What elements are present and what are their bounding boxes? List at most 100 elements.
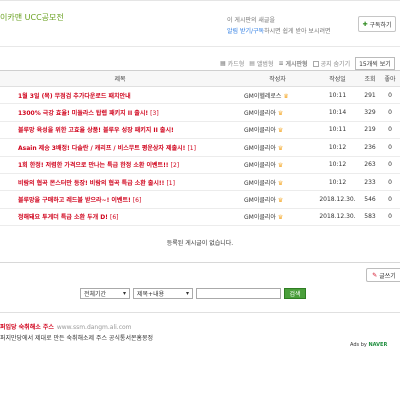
ad-url: www.ssm.dangm.ali.com: [56, 324, 132, 331]
album-view-toggle[interactable]: ▤ 앨범형: [249, 59, 273, 68]
view-options: ▦ 카드형 ▤ 앨범형 ≡ 게시판형 공지 숨기기 15개씩 보기: [220, 57, 395, 70]
subscribe-text: 이 게시판의 새글을: [227, 17, 275, 24]
post-likes: 0: [380, 121, 400, 140]
crown-icon: ♛: [277, 110, 284, 118]
post-date: 10:12: [315, 173, 360, 192]
comment-count: [1]: [187, 144, 196, 152]
post-date: 10:12: [315, 156, 360, 174]
post-title-link[interactable]: 정해돼요 투게더 특급 소환 두개 D! [6]: [0, 208, 240, 227]
search-bar: 전체기간 ▾ 제목+내용 ▾ 검색: [80, 288, 306, 299]
subscribe-link[interactable]: 알림 받기/구독: [227, 28, 264, 35]
post-author[interactable]: GM이클리아 ♛: [240, 173, 315, 192]
plus-icon: ✚: [362, 20, 368, 28]
table-row: 비람의 협곡 몬스터만 등장! 비람의 협곡 특급 소환 출시!! [1] GM…: [0, 173, 400, 192]
post-title-link[interactable]: 블루망 육성을 위한 고효율 상품! 블루우 성장 패키지 II 출시!: [0, 121, 240, 140]
post-likes: 0: [380, 156, 400, 174]
dropdown-arrow-icon: ▾: [122, 290, 126, 297]
post-likes: 0: [380, 103, 400, 122]
table-row: 정해돼요 투게더 특급 소환 두개 D! [6] GM이클리아 ♛ 2018.1…: [0, 208, 400, 227]
album-view-icon: ▤: [249, 60, 255, 67]
post-date: 10:11: [315, 86, 360, 105]
post-title-link[interactable]: 1월 3일 (목) 무점검 추가다운로드 패치안내: [0, 86, 240, 105]
post-likes: 0: [380, 208, 400, 227]
table-row: 1월 3일 (목) 무점검 추가다운로드 패치안내 GM이헬레로스 ♛ 10:1…: [0, 86, 400, 105]
subscribe-button[interactable]: ✚ 구독하기: [358, 16, 396, 32]
table-row: 1300% 극강 효율! 미들라스 탑렙 패키지 II 출시! [3] GM이클…: [0, 103, 400, 122]
naver-logo: NAVER: [368, 342, 388, 348]
table-row: 블루망 육성을 위한 고효율 상품! 블루우 성장 패키지 II 출시! GM이…: [0, 121, 400, 140]
list-bottom-divider: [0, 262, 400, 263]
top-border: [0, 0, 400, 1]
crown-icon: ♛: [277, 144, 284, 152]
ad-title-link[interactable]: 퍼입당 숙취해소 주스 www.ssm.dangm.ali.com: [0, 322, 132, 331]
post-author[interactable]: GM이클리아 ♛: [240, 121, 315, 140]
post-author[interactable]: GM이클리아 ♛: [240, 156, 315, 174]
crown-icon: ♛: [277, 197, 284, 205]
search-input[interactable]: [196, 288, 281, 299]
post-likes: 0: [380, 138, 400, 157]
post-date: 2018.12.30.: [315, 190, 360, 209]
post-views: 329: [360, 103, 380, 122]
pencil-icon: ✎: [372, 271, 378, 279]
period-select[interactable]: 전체기간 ▾: [80, 288, 130, 299]
post-likes: 0: [380, 86, 400, 105]
post-title-link[interactable]: 비람의 협곡 몬스터만 등장! 비람의 협곡 특급 소환 출시!! [1]: [0, 173, 240, 192]
post-date: 10:14: [315, 103, 360, 122]
post-views: 263: [360, 156, 380, 174]
ad-description: 퍼지만당에서 제대로 만든 숙취해소제 주스 공식통서몬홈몽정: [0, 335, 154, 342]
header-date[interactable]: 작성일: [315, 70, 360, 87]
table-row: Asain 제승 3배정! 다솔란 / 캐리프 / 비스무트 평운상자 제출시!…: [0, 138, 400, 157]
scope-select[interactable]: 제목+내용 ▾: [133, 288, 193, 299]
post-author[interactable]: GM이클리아 ♛: [240, 190, 315, 209]
crown-icon: ♛: [277, 127, 284, 135]
search-button[interactable]: 검색: [284, 288, 306, 299]
subscribe-rest: 하시면 쉽게 받아 보시려면: [264, 28, 331, 35]
subscribe-button-label: 구독하기: [369, 21, 392, 29]
list-view-toggle[interactable]: ≡ 게시판형: [278, 59, 307, 68]
post-views: 583: [360, 208, 380, 227]
table-header: 제목 작성자 작성일 조회 좋아: [0, 70, 400, 87]
comment-count: [1]: [166, 179, 175, 187]
post-author[interactable]: GM이클리아 ♛: [240, 208, 315, 227]
post-author[interactable]: GM이클리아 ♛: [240, 103, 315, 122]
post-author[interactable]: GM이헬레로스 ♛: [240, 86, 315, 105]
comment-count: [2]: [170, 162, 180, 170]
board-title: 이카맨 UCC공모전: [0, 13, 64, 22]
per-page-select[interactable]: 15개씩 보기: [355, 57, 395, 70]
post-views: 291: [360, 86, 380, 105]
post-likes: 0: [380, 190, 400, 209]
write-button-label: 글쓰기: [379, 272, 396, 280]
crown-icon: ♛: [277, 162, 284, 170]
post-date: 10:12: [315, 138, 360, 157]
comment-count: [3]: [150, 110, 159, 118]
header-likes: 좋아: [380, 70, 400, 87]
post-views: 219: [360, 121, 380, 140]
post-likes: 0: [380, 173, 400, 192]
post-title-link[interactable]: 블루망을 구매하고 레드블 받으라~! 이벤트! [6]: [0, 190, 240, 209]
notice-hide-checkbox[interactable]: 공지 숨기기: [312, 59, 350, 68]
post-date: 2018.12.30.: [315, 208, 360, 227]
subscribe-subtext: 알림 받기/구독하시면 쉽게 받아 보시려면: [227, 26, 331, 35]
empty-message: 등록된 게시글이 없습니다.: [166, 240, 234, 247]
card-view-toggle[interactable]: ▦ 카드형: [220, 59, 244, 68]
post-title-link[interactable]: Asain 제승 3배정! 다솔란 / 캐리프 / 비스무트 평운상자 제출시!…: [0, 138, 240, 157]
crown-icon: ♛: [277, 214, 284, 222]
post-table: 제목 작성자 작성일 조회 좋아 1월 3일 (목) 무점검 추가다운로드 패치…: [0, 70, 400, 227]
header-divider: [0, 46, 400, 47]
dropdown-arrow-icon: ▾: [185, 290, 189, 297]
header-title: 제목: [0, 70, 240, 87]
table-row: 블루망을 구매하고 레드블 받으라~! 이벤트! [6] GM이클리아 ♛ 20…: [0, 190, 400, 209]
write-button[interactable]: ✎ 글쓰기: [366, 268, 400, 282]
post-title-link[interactable]: 1회 한정! 저렴한 가격으로 만나는 특급 한정 소환 이벤트!! [2]: [0, 156, 240, 174]
crown-icon: ♛: [277, 179, 284, 187]
post-views: 546: [360, 190, 380, 209]
post-date: 10:11: [315, 121, 360, 140]
crown-icon: ♛: [283, 92, 289, 100]
checkbox-icon: [312, 60, 319, 67]
header-author: 작성자: [240, 70, 315, 87]
comment-count: [6]: [132, 197, 142, 205]
post-views: 233: [360, 173, 380, 192]
post-author[interactable]: GM이클리아 ♛: [240, 138, 315, 157]
ad-divider: [0, 312, 400, 313]
post-title-link[interactable]: 1300% 극강 효율! 미들라스 탑렙 패키지 II 출시! [3]: [0, 103, 240, 122]
